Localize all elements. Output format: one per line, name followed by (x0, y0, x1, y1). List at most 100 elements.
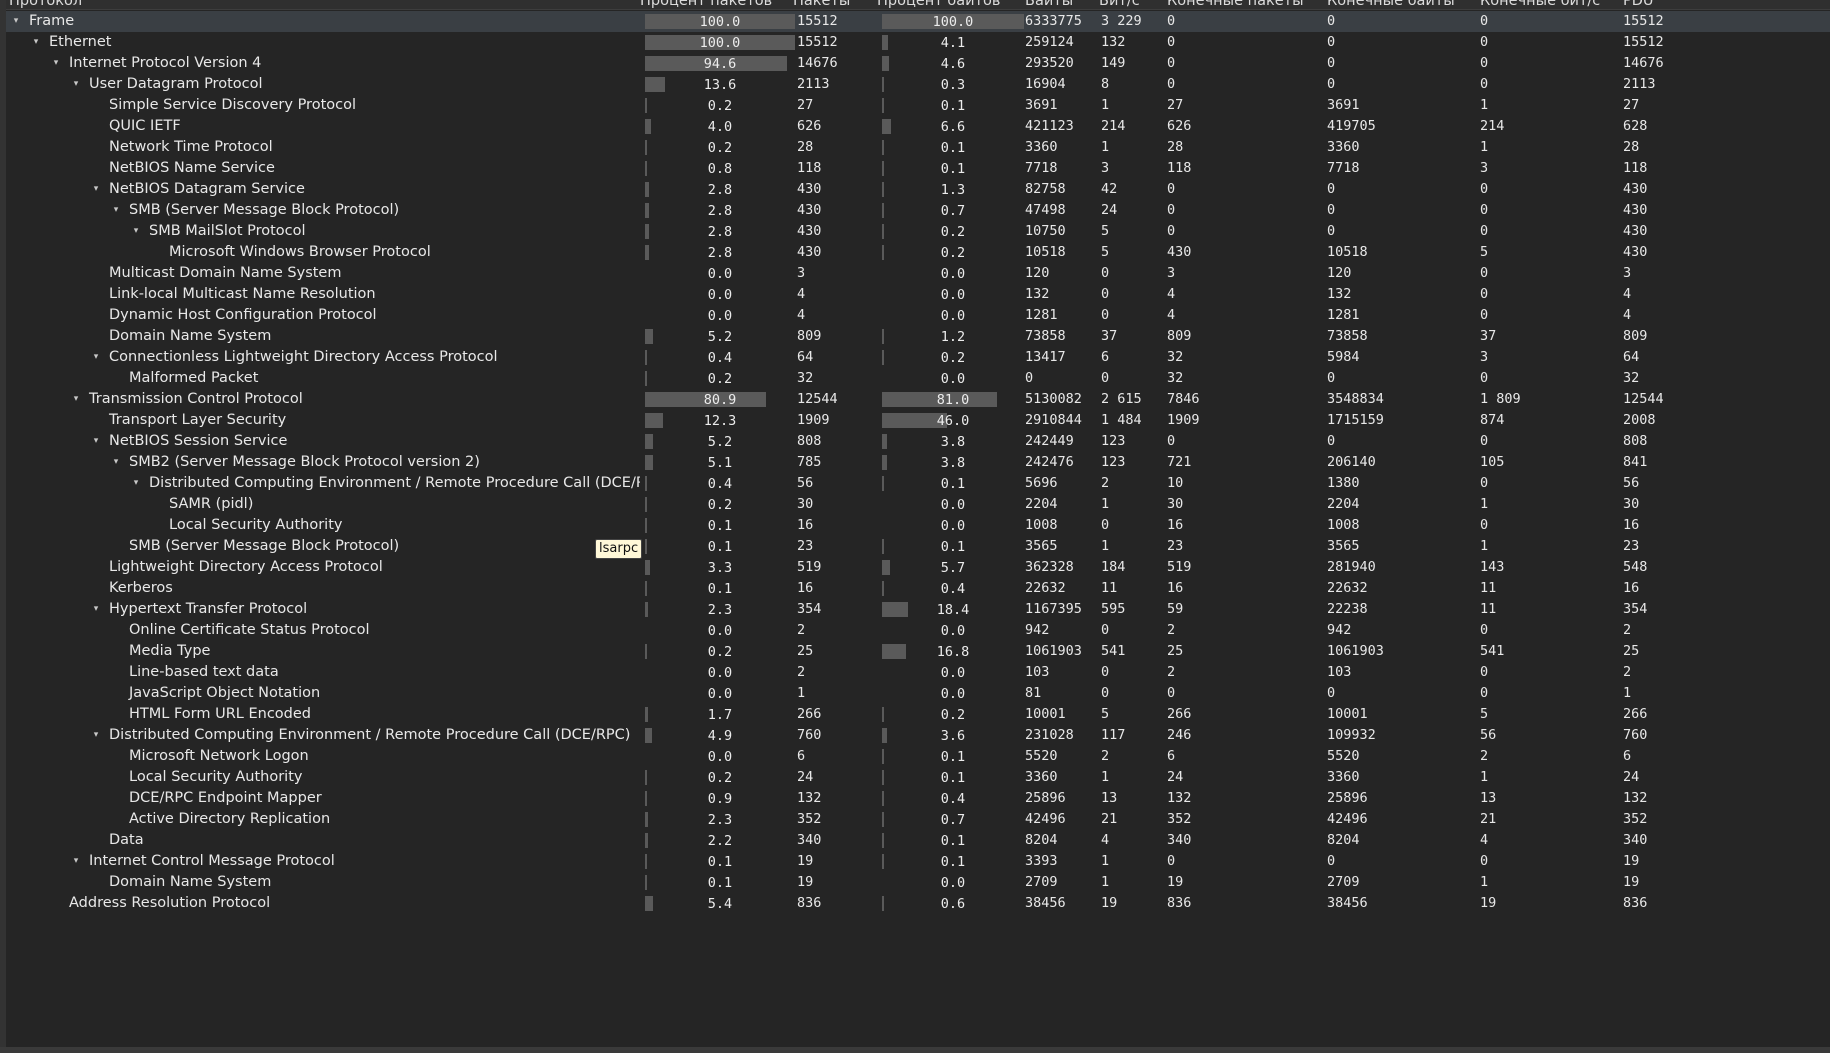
protocol-row[interactable]: ▾ Ethernet 100.0 15512 4.1 259124 132 0 0 0 15512 (6, 32, 1830, 53)
protocol-row[interactable]: SMB (Server Message Block Protocol) 0.1 23… (6, 536, 1830, 557)
end-bytes-cell: 3360 (1327, 139, 1360, 155)
expand-toggle-icon[interactable]: ▾ (130, 473, 142, 494)
protocol-name: Microsoft Network Logon (129, 748, 309, 764)
expand-toggle-icon[interactable]: ▾ (30, 32, 42, 53)
packets-cell: 760 (797, 727, 822, 743)
protocol-row[interactable]: ▾ NetBIOS Datagram Service 2.8 430 1.3 82758 4… (6, 179, 1830, 200)
pdu-cell: 15512 (1623, 13, 1664, 29)
protocol-row[interactable]: ▾ SMB MailSlot Protocol 2.8 430 0.2 10750 5 0 0 0… (6, 221, 1830, 242)
protocol-row[interactable]: Lightweight Directory Access Protocol 3.3… (6, 557, 1830, 578)
protocol-row[interactable]: ▾ Frame 100.0 15512 100.0 6333775 3 229 0 0 0 1551… (6, 11, 1830, 32)
byte-pct-cell: 0.2 (877, 242, 1024, 263)
expand-toggle-icon[interactable]: ▾ (110, 452, 122, 473)
protocol-row[interactable]: Transport Layer Security 12.3 1909 46.0 2910… (6, 410, 1830, 431)
expand-toggle-icon[interactable]: ▾ (90, 431, 102, 452)
protocol-row[interactable]: Microsoft Network Logon 0.0 6 0.1 5520 2 6 5520… (6, 746, 1830, 767)
expand-toggle-icon[interactable]: ▾ (50, 53, 62, 74)
pkt-pct-cell: 0.0 (640, 683, 795, 704)
expand-toggle-icon[interactable]: ▾ (90, 725, 102, 746)
protocol-name-cell: Network Time Protocol (6, 137, 640, 158)
protocol-name-cell: Domain Name System (6, 872, 640, 893)
expand-toggle-icon[interactable]: ▾ (90, 179, 102, 200)
expand-toggle-icon[interactable]: ▾ (130, 221, 142, 242)
column-header-2[interactable]: Процент пакетов (640, 0, 772, 9)
protocol-row[interactable]: ▾ Distributed Computing Environment / Rem… (6, 473, 1830, 494)
packets-cell: 4 (797, 307, 806, 323)
protocol-name-cell: QUIC IETF (6, 116, 640, 137)
expand-toggle-icon[interactable]: ▾ (70, 389, 82, 410)
byte-pct-cell: 1.3 (877, 179, 1024, 200)
column-header-10[interactable]: PDU (1623, 0, 1654, 9)
end-bytes-cell: 0 (1327, 685, 1336, 701)
protocol-row[interactable]: ▾ SMB (Server Message Block Protocol) 2.8 4… (6, 200, 1830, 221)
end-bps-cell: 105 (1480, 454, 1505, 470)
expand-toggle-icon[interactable]: ▾ (70, 851, 82, 872)
protocol-row[interactable]: Data 2.2 340 0.1 8204 4 340 8204 4 340 (6, 830, 1830, 851)
bytes-cell: 1167395 (1025, 601, 1082, 617)
bytes-cell: 103 (1025, 664, 1050, 680)
byte-pct-value: 3.6 (940, 728, 966, 744)
bytes-cell: 3565 (1025, 538, 1058, 554)
protocol-row[interactable]: Local Security Authority 0.1 16 0.0 1008 0 16 1… (6, 515, 1830, 536)
protocol-row[interactable]: Multicast Domain Name System 0.0 3 0.0 120 0 3… (6, 263, 1830, 284)
pkt-pct-value: 0.1 (707, 539, 733, 555)
protocol-row[interactable]: Microsoft Windows Browser Protocol 2.8 430… (6, 242, 1830, 263)
protocol-row[interactable]: ▾ User Datagram Protocol 13.6 2113 0.3 16904 8… (6, 74, 1830, 95)
pdu-cell: 430 (1623, 244, 1648, 260)
protocol-row[interactable]: Active Directory Replication 2.3 352 0.7 424… (6, 809, 1830, 830)
protocol-row[interactable]: ▾ Hypertext Transfer Protocol 2.3 354 18.4 11… (6, 599, 1830, 620)
protocol-tree-view[interactable]: Протокол Процент пакетов Пакеты Процент бай… (6, 0, 1830, 1047)
protocol-row[interactable]: Domain Name System 0.1 19 0.0 2709 1 19 2709 1 19 (6, 872, 1830, 893)
protocol-row[interactable]: Local Security Authority 0.2 24 0.1 3360 1 24 3… (6, 767, 1830, 788)
protocol-name: Ethernet (49, 34, 112, 50)
column-header-5[interactable]: Байты (1025, 0, 1073, 9)
protocol-name-cell: ▾ NetBIOS Datagram Service (6, 179, 640, 200)
expand-toggle-icon[interactable]: ▾ (70, 74, 82, 95)
protocol-row[interactable]: ▾ Distributed Computing Environment / Rem… (6, 725, 1830, 746)
packets-cell: 2 (797, 622, 806, 638)
column-header-9[interactable]: Конечные бит/с (1480, 0, 1600, 9)
protocol-row[interactable]: Media Type 0.2 25 16.8 1061903 541 25 1061903 54… (6, 641, 1830, 662)
protocol-row[interactable]: Simple Service Discovery Protocol 0.2 27 0.… (6, 95, 1830, 116)
bytes-cell: 1281 (1025, 307, 1058, 323)
protocol-row[interactable]: ▾ NetBIOS Session Service 5.2 808 3.8 242449 1… (6, 431, 1830, 452)
protocol-row[interactable]: Line-based text data 0.0 2 0.0 103 0 2 103 0 2 (6, 662, 1830, 683)
protocol-row[interactable]: SAMR (pidl) 0.2 30 0.0 2204 1 30 2204 1 30 (6, 494, 1830, 515)
protocol-row[interactable]: NetBIOS Name Service 0.8 118 0.1 7718 3 118 771… (6, 158, 1830, 179)
protocol-row[interactable]: HTML Form URL Encoded 1.7 266 0.2 10001 5 266 1… (6, 704, 1830, 725)
protocol-row[interactable]: Dynamic Host Configuration Protocol 0.0 4 0… (6, 305, 1830, 326)
protocol-row[interactable]: Network Time Protocol 0.2 28 0.1 3360 1 28 3360… (6, 137, 1830, 158)
protocol-row[interactable]: ▾ Internet Protocol Version 4 94.6 14676 4.6… (6, 53, 1830, 74)
protocol-row[interactable]: Link-local Multicast Name Resolution 0.0 4… (6, 284, 1830, 305)
protocol-name-cell: Microsoft Network Logon (6, 746, 640, 767)
column-header-3[interactable]: Пакеты (793, 0, 850, 9)
protocol-row[interactable]: Address Resolution Protocol 5.4 836 0.6 3845… (6, 893, 1830, 914)
protocol-row[interactable]: Online Certificate Status Protocol 0.0 2 0.… (6, 620, 1830, 641)
protocol-row[interactable]: DCE/RPC Endpoint Mapper 0.9 132 0.4 25896 13 1… (6, 788, 1830, 809)
end-bps-cell: 56 (1480, 727, 1497, 743)
protocol-name: Online Certificate Status Protocol (129, 622, 370, 638)
end-packets-cell: 6 (1167, 748, 1176, 764)
protocol-row[interactable]: ▾ Internet Control Message Protocol 0.1 19 0… (6, 851, 1830, 872)
protocol-row[interactable]: Malformed Packet 0.2 32 0.0 0 0 32 0 0 32 (6, 368, 1830, 389)
column-header-8[interactable]: Конечные байты (1327, 0, 1455, 9)
expand-toggle-icon[interactable]: ▾ (10, 11, 22, 32)
end-bytes-cell: 0 (1327, 13, 1336, 29)
expand-toggle-icon[interactable]: ▾ (90, 599, 102, 620)
protocol-row[interactable]: JavaScript Object Notation 0.0 1 0.0 81 0 0 0 0 1 (6, 683, 1830, 704)
end-bps-cell: 0 (1480, 202, 1489, 218)
protocol-row[interactable]: ▾ Connectionless Lightweight Directory Ac… (6, 347, 1830, 368)
protocol-row[interactable]: QUIC IETF 4.0 626 6.6 421123 214 626 419705 214 6… (6, 116, 1830, 137)
protocol-row[interactable]: ▾ SMB2 (Server Message Block Protocol ver… (6, 452, 1830, 473)
expand-toggle-icon[interactable]: ▾ (110, 200, 122, 221)
packets-cell: 2 (797, 664, 806, 680)
column-header-7[interactable]: Конечные пакеты (1167, 0, 1304, 9)
expand-toggle-icon[interactable]: ▾ (90, 347, 102, 368)
protocol-row[interactable]: Domain Name System 5.2 809 1.2 73858 37 809 738… (6, 326, 1830, 347)
column-header-6[interactable]: Бит/с (1099, 0, 1140, 9)
protocol-name-cell: ▾ Internet Control Message Protocol (6, 851, 640, 872)
column-header-1[interactable]: Протокол (9, 0, 82, 9)
protocol-row[interactable]: ▾ Transmission Control Protocol 80.9 12544 8… (6, 389, 1830, 410)
protocol-row[interactable]: Kerberos 0.1 16 0.4 22632 11 16 22632 11 16 (6, 578, 1830, 599)
column-header-4[interactable]: Процент байтов (877, 0, 1000, 9)
